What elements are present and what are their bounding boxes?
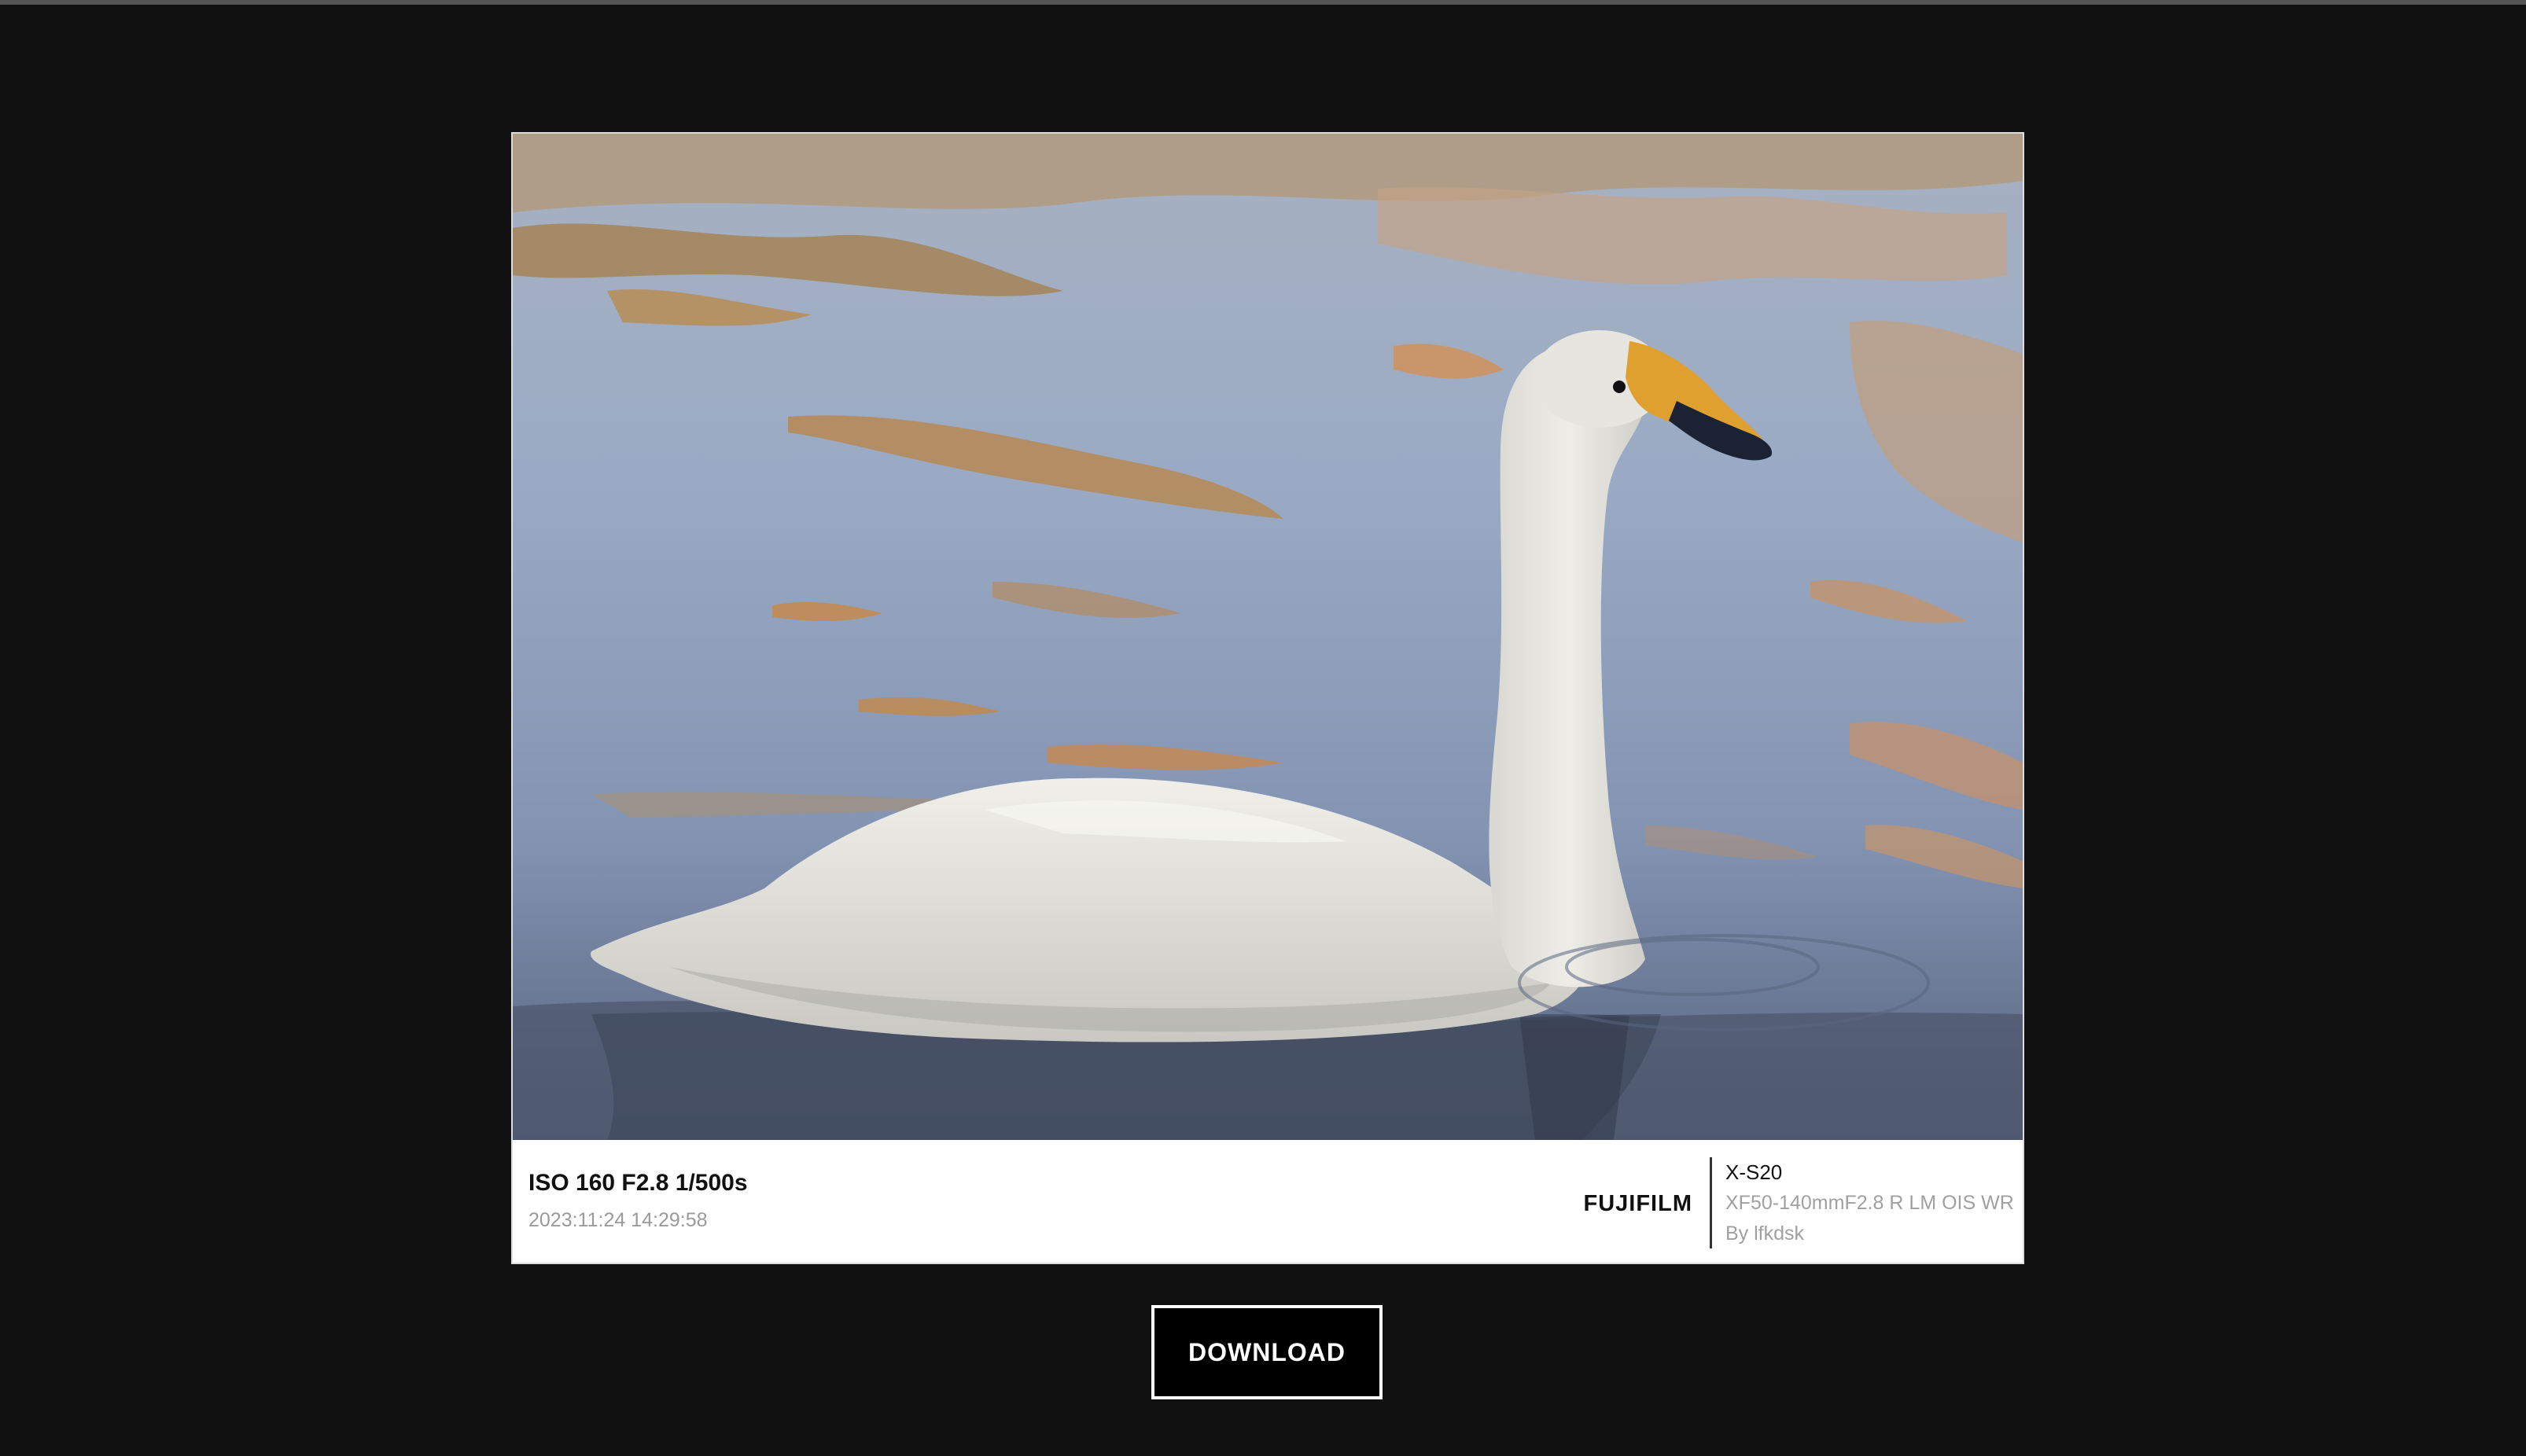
download-button[interactable]: DOWNLOAD	[1151, 1305, 1383, 1399]
camera-model: X-S20	[1725, 1160, 1783, 1184]
exif-left-block: ISO 160 F2.8 1/500s 2023:11:24 14:29:58	[528, 1171, 748, 1230]
swan-photo	[513, 134, 2023, 1140]
top-border-line	[0, 0, 2526, 5]
brand-logo: FUJIFILM	[1583, 1191, 1692, 1216]
exposure-settings: ISO 160 F2.8 1/500s	[528, 1170, 748, 1196]
exif-right-block: X-S20 XF50-140mmF2.8 R LM OIS WR By lfkd…	[1725, 1162, 2014, 1244]
capture-datetime: 2023:11:24 14:29:58	[528, 1209, 708, 1231]
lens-model: XF50-140mmF2.8 R LM OIS WR	[1725, 1192, 2014, 1214]
photo-card: ISO 160 F2.8 1/500s 2023:11:24 14:29:58 …	[511, 132, 2024, 1264]
photo-author: By lfkdsk	[1725, 1223, 1805, 1245]
brand-divider	[1710, 1157, 1712, 1248]
